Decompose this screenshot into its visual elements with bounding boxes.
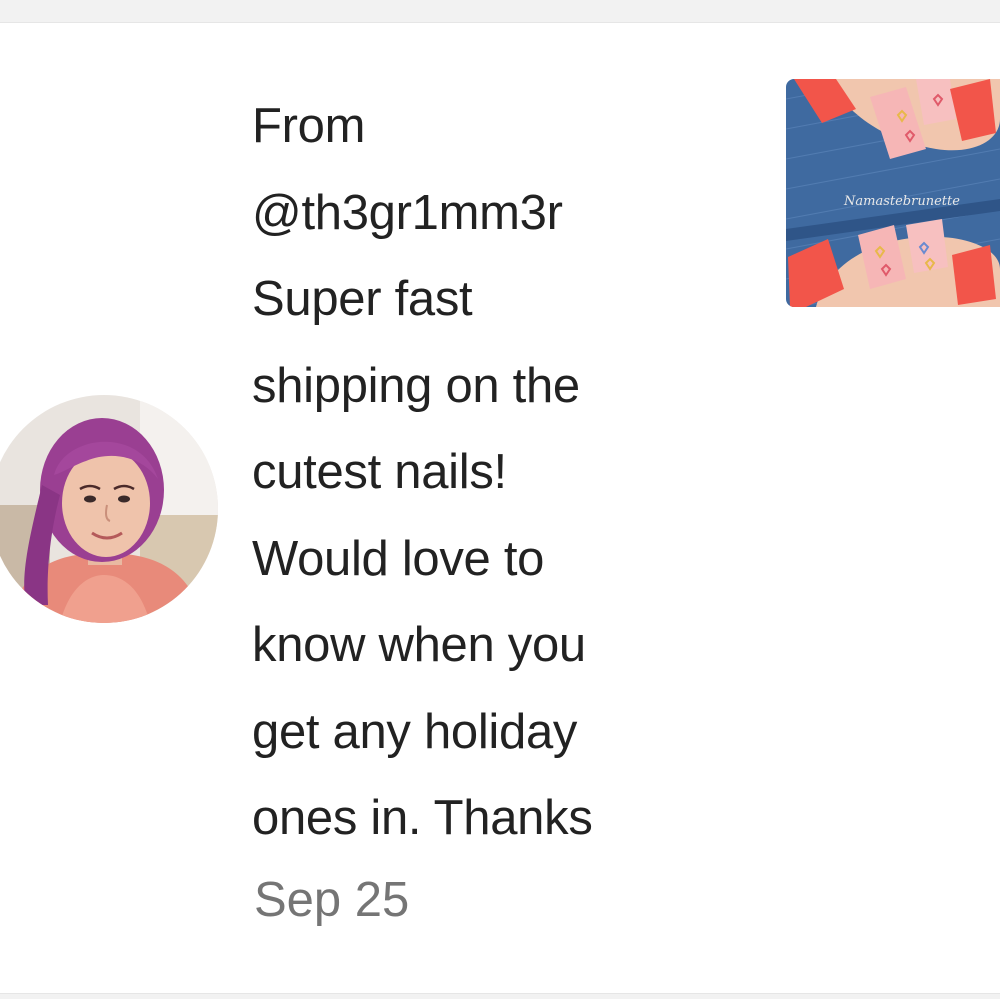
sender-avatar[interactable]	[0, 395, 218, 623]
thumbnail-watermark: Namastebrunette	[843, 194, 960, 209]
sender-handle[interactable]: @th3gr1mm3r	[252, 170, 722, 257]
message-line: shipping on the	[252, 358, 580, 413]
message-line: Would love to	[252, 531, 545, 586]
product-thumbnail[interactable]: Namastebrunette	[786, 79, 1000, 307]
from-label: From	[252, 99, 366, 153]
message-line: ones in. Thanks	[252, 791, 593, 845]
message-text: From @th3gr1mm3r Super fast shipping on …	[252, 83, 722, 862]
sender-avatar-image	[0, 395, 218, 623]
message-line: Super fast	[252, 272, 473, 326]
product-thumbnail-image: Namastebrunette	[786, 79, 1000, 307]
message-notification-card[interactable]: From @th3gr1mm3r Super fast shipping on …	[0, 22, 1000, 994]
message-line: get any holiday	[252, 704, 578, 759]
message-line: cutest nails!	[252, 445, 507, 499]
message-date: Sep 25	[254, 873, 410, 927]
message-line: know when you	[252, 618, 586, 672]
